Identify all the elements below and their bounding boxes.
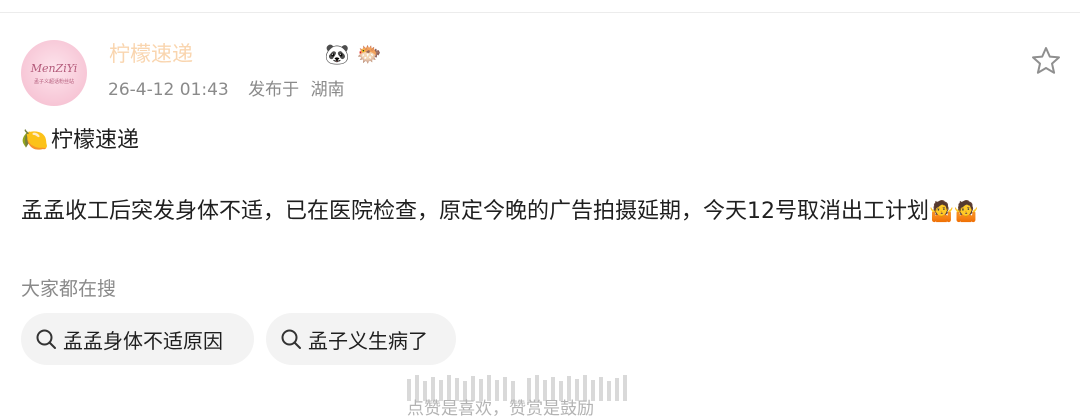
trending-search-label: 大家都在搜 bbox=[21, 278, 117, 300]
post-content-text: 孟孟收工后突发身体不适，已在医院检查，原定今晚的广告拍摄延期，今天12号取消出工… bbox=[21, 199, 929, 224]
search-chip-health-reason[interactable]: 孟孟身体不适原因 bbox=[21, 313, 254, 365]
post-meta: 26-4-12 01:43 发布于 湖南 bbox=[108, 79, 345, 101]
avatar-logo-text: MenZiYi bbox=[30, 62, 78, 75]
search-chip-label: 孟孟身体不适原因 bbox=[63, 328, 223, 353]
post-timestamp: 26-4-12 01:43 bbox=[108, 80, 229, 100]
pufferfish-icon: 🐡 bbox=[356, 42, 382, 66]
panda-icon: 🐼 bbox=[324, 42, 350, 66]
search-icon bbox=[36, 329, 56, 349]
search-chip-sick[interactable]: 孟子义生病了 bbox=[266, 313, 456, 365]
username-text: 柠檬速递 bbox=[109, 42, 193, 66]
lemon-icon: 🍋 bbox=[21, 128, 49, 153]
search-icon bbox=[281, 329, 301, 349]
favorite-star-icon[interactable] bbox=[1030, 45, 1062, 77]
search-chip-label: 孟子义生病了 bbox=[308, 328, 428, 353]
post-location: 湖南 bbox=[310, 80, 345, 100]
top-divider bbox=[0, 12, 1080, 13]
avatar[interactable]: MenZiYi 孟子义超话粉丝站 bbox=[21, 40, 87, 106]
shrug-emoji-icon: 🤷🤷 bbox=[929, 199, 979, 223]
post-topic: 🍋 柠檬速递 bbox=[21, 125, 139, 157]
avatar-logo-subtext: 孟子义超话粉丝站 bbox=[33, 79, 74, 85]
username[interactable]: 柠檬速递 bbox=[109, 40, 327, 68]
topic-text: 柠檬速递 bbox=[51, 128, 140, 153]
location-prefix: 发布于 bbox=[248, 80, 300, 100]
post-content: 孟孟收工后突发身体不适，已在医院检查，原定今晚的广告拍摄延期，今天12号取消出工… bbox=[21, 193, 1061, 230]
